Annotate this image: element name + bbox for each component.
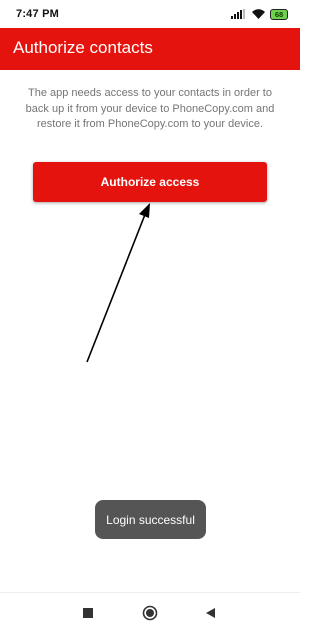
status-time: 7:47 PM (16, 8, 59, 20)
authorize-access-button[interactable]: Authorize access (33, 162, 267, 202)
back-triangle-icon[interactable] (202, 604, 220, 622)
permission-description: The app needs access to your contacts in… (25, 87, 275, 130)
wifi-icon (252, 9, 265, 19)
status-icons: 68 (231, 8, 288, 20)
status-bar: 7:47 PM 68 (0, 0, 300, 28)
page-title: Authorize contacts (13, 38, 153, 57)
home-circle-icon[interactable] (141, 604, 159, 622)
battery-icon: 68 (270, 8, 288, 20)
toast-message: Login successful (95, 500, 206, 539)
app-bar: Authorize contacts (0, 28, 300, 70)
recents-square-icon[interactable] (79, 604, 97, 622)
navigation-bar (0, 592, 300, 633)
signal-icon (231, 9, 247, 19)
